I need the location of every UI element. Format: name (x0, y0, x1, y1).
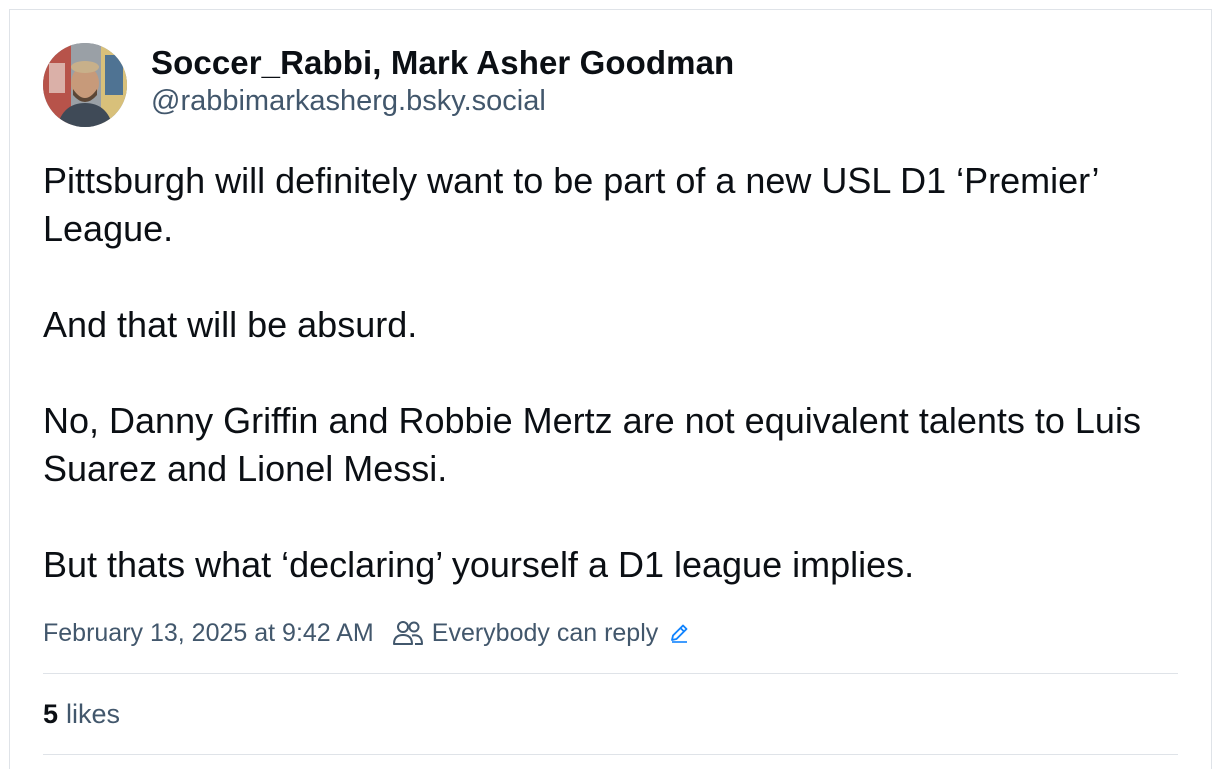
post-paragraph: But thats what ‘declaring’ yourself a D1… (43, 544, 915, 585)
likes-count: 5 (43, 698, 59, 729)
avatar-photo-icon (43, 43, 127, 127)
post-paragraph: And that will be absurd. (43, 304, 418, 345)
post-card: Soccer_Rabbi, Mark Asher Goodman @rabbim… (9, 9, 1212, 769)
pencil-icon (671, 624, 688, 643)
divider (43, 754, 1178, 755)
post-header: Soccer_Rabbi, Mark Asher Goodman @rabbim… (43, 43, 1178, 127)
avatar[interactable] (43, 43, 127, 127)
likes-stat[interactable]: 5 likes (43, 674, 1178, 754)
author-info: Soccer_Rabbi, Mark Asher Goodman @rabbim… (151, 43, 734, 119)
post-paragraph: No, Danny Griffin and Robbie Mertz are n… (43, 400, 1141, 489)
author-handle[interactable]: @rabbimarkasherg.bsky.social (151, 83, 734, 119)
post-paragraph: Pittsburgh will definitely want to be pa… (43, 160, 1099, 249)
people-icon (392, 621, 423, 645)
post-meta: February 13, 2025 at 9:42 AM Everybody c… (43, 615, 1178, 651)
post-thread-item: Soccer_Rabbi, Mark Asher Goodman @rabbim… (43, 43, 1178, 755)
likes-label: likes (66, 698, 121, 729)
post-text: Pittsburgh will definitely want to be pa… (43, 157, 1178, 589)
reply-setting-label: Everybody can reply (431, 618, 659, 647)
reply-setting-button[interactable]: Everybody can reply (392, 619, 691, 648)
author-display-name[interactable]: Soccer_Rabbi, Mark Asher Goodman (151, 43, 734, 83)
post-timestamp[interactable]: February 13, 2025 at 9:42 AM (43, 619, 374, 648)
